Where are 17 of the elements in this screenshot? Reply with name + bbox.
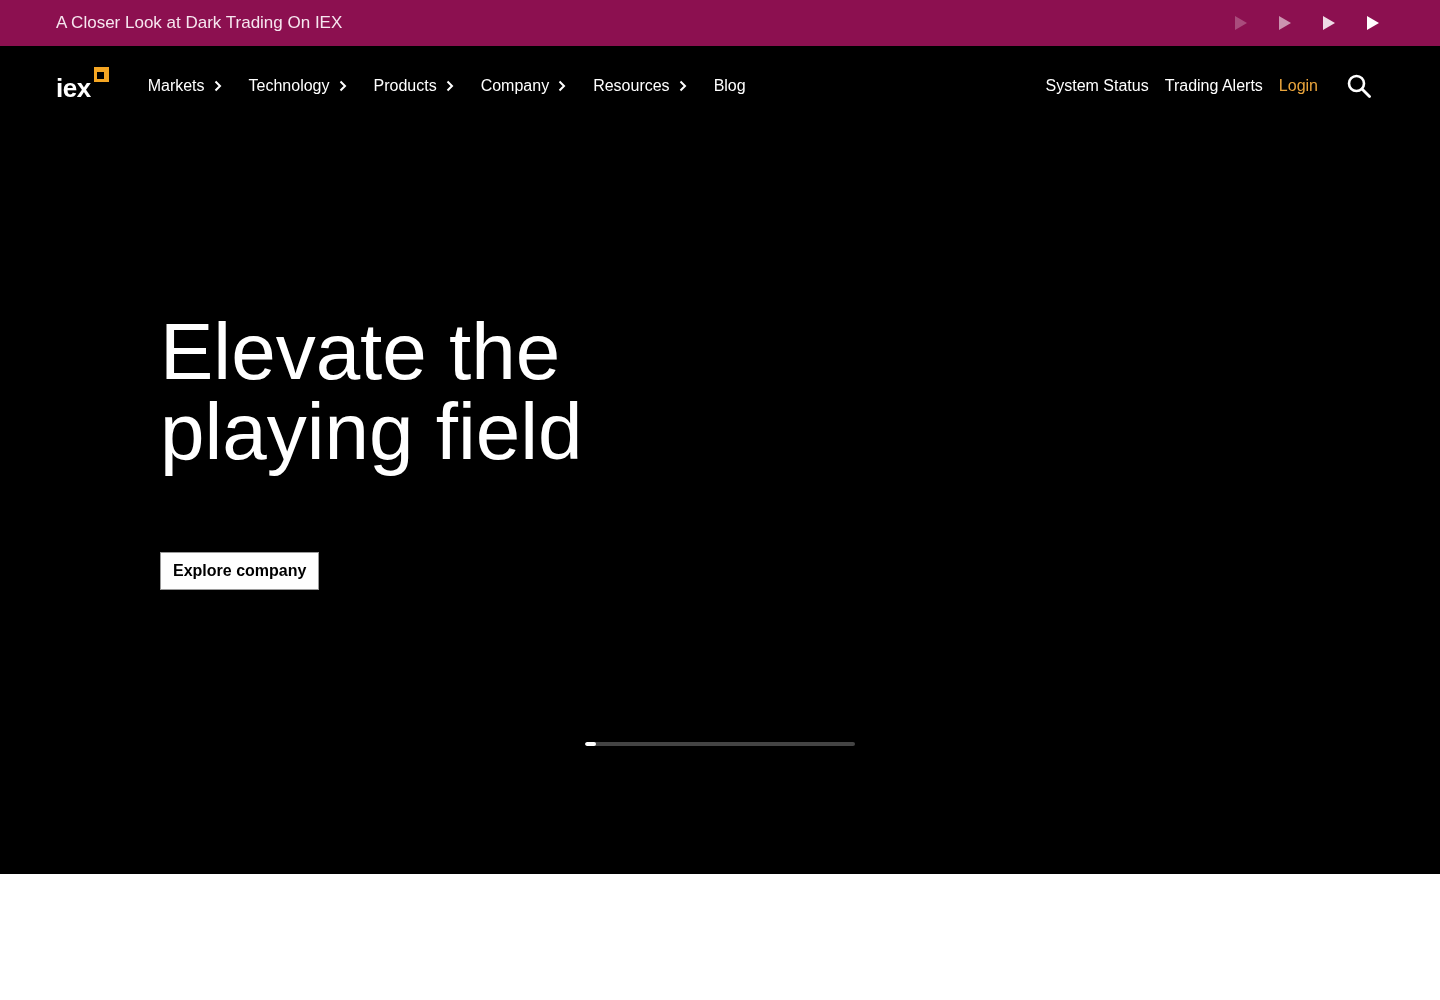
nav-menu-item[interactable]: Products — [373, 77, 454, 95]
login-link[interactable]: Login — [1278, 77, 1318, 95]
search-icon[interactable] — [1347, 74, 1371, 98]
nav-menu-item[interactable]: Markets — [147, 77, 222, 95]
nav-menu-item[interactable]: Resources — [593, 77, 687, 95]
play-icon — [1367, 16, 1379, 30]
logo-link[interactable]: iex — [56, 67, 109, 103]
nav-menu-item[interactable]: Company — [480, 77, 567, 95]
announcement-link[interactable]: A Closer Look at Dark Trading On IEX — [56, 13, 343, 33]
nav-menu-item[interactable]: Technology — [248, 77, 347, 95]
play-icon — [1323, 16, 1335, 30]
explore-button[interactable]: Explore company — [160, 552, 320, 590]
play-icon — [1279, 16, 1291, 30]
utility-link[interactable]: System Status — [1045, 77, 1149, 95]
utility-link[interactable]: Trading Alerts — [1164, 77, 1263, 95]
play-icon — [1235, 16, 1247, 30]
nav-menu-item[interactable]: Blog — [713, 77, 746, 95]
